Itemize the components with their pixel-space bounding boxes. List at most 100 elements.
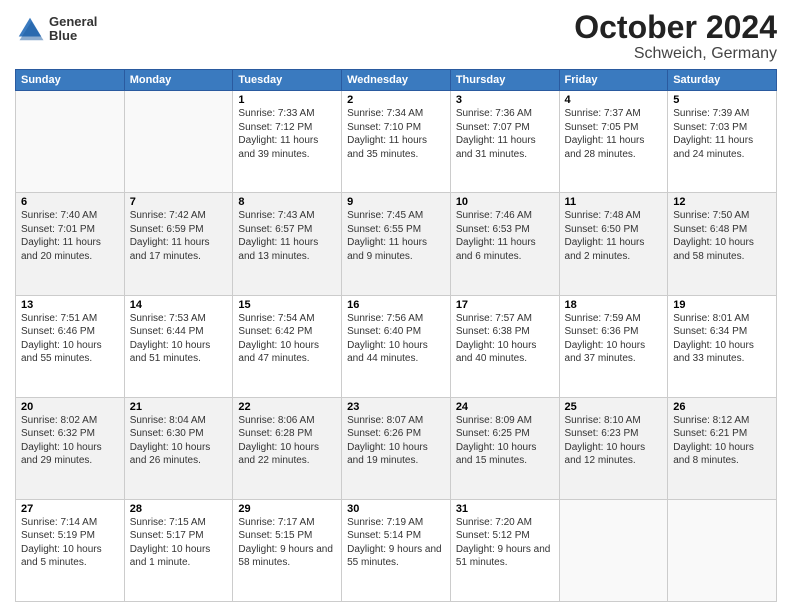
day-info: Sunrise: 7:53 AMSunset: 6:44 PMDaylight:… [130,312,228,366]
calendar-cell: 27Sunrise: 7:14 AMSunset: 5:19 PMDayligh… [16,499,125,601]
day-info: Sunrise: 7:40 AMSunset: 7:01 PMDaylight:… [21,209,119,263]
calendar-cell: 21Sunrise: 8:04 AMSunset: 6:30 PMDayligh… [124,397,233,499]
day-number: 12 [673,196,771,208]
day-header-saturday: Saturday [668,70,777,91]
title-block: October 2024 Schweich, Germany [574,10,777,63]
calendar-cell: 18Sunrise: 7:59 AMSunset: 6:36 PMDayligh… [559,295,668,397]
day-header-tuesday: Tuesday [233,70,342,91]
calendar-week-4: 20Sunrise: 8:02 AMSunset: 6:32 PMDayligh… [16,397,777,499]
day-info: Sunrise: 8:10 AMSunset: 6:23 PMDaylight:… [565,414,663,468]
day-number: 28 [130,503,228,515]
logo: General Blue [15,14,97,44]
calendar-cell: 20Sunrise: 8:02 AMSunset: 6:32 PMDayligh… [16,397,125,499]
day-number: 23 [347,401,445,413]
day-info: Sunrise: 7:43 AMSunset: 6:57 PMDaylight:… [238,209,336,263]
day-number: 4 [565,94,663,106]
calendar-week-1: 1Sunrise: 7:33 AMSunset: 7:12 PMDaylight… [16,91,777,193]
day-info: Sunrise: 7:15 AMSunset: 5:17 PMDaylight:… [130,516,228,570]
header: General Blue October 2024 Schweich, Germ… [15,10,777,63]
day-info: Sunrise: 7:39 AMSunset: 7:03 PMDaylight:… [673,107,771,161]
calendar-cell: 8Sunrise: 7:43 AMSunset: 6:57 PMDaylight… [233,193,342,295]
calendar-header-row: SundayMondayTuesdayWednesdayThursdayFrid… [16,70,777,91]
calendar-cell: 12Sunrise: 7:50 AMSunset: 6:48 PMDayligh… [668,193,777,295]
day-info: Sunrise: 7:17 AMSunset: 5:15 PMDaylight:… [238,516,336,570]
calendar-cell: 31Sunrise: 7:20 AMSunset: 5:12 PMDayligh… [450,499,559,601]
calendar-cell: 24Sunrise: 8:09 AMSunset: 6:25 PMDayligh… [450,397,559,499]
calendar-week-2: 6Sunrise: 7:40 AMSunset: 7:01 PMDaylight… [16,193,777,295]
day-number: 24 [456,401,554,413]
day-number: 3 [456,94,554,106]
day-info: Sunrise: 8:06 AMSunset: 6:28 PMDaylight:… [238,414,336,468]
month-title: October 2024 [574,10,777,45]
day-info: Sunrise: 8:02 AMSunset: 6:32 PMDaylight:… [21,414,119,468]
calendar-cell: 17Sunrise: 7:57 AMSunset: 6:38 PMDayligh… [450,295,559,397]
day-header-monday: Monday [124,70,233,91]
calendar-cell: 30Sunrise: 7:19 AMSunset: 5:14 PMDayligh… [342,499,451,601]
calendar-cell: 15Sunrise: 7:54 AMSunset: 6:42 PMDayligh… [233,295,342,397]
calendar-cell: 29Sunrise: 7:17 AMSunset: 5:15 PMDayligh… [233,499,342,601]
day-number: 15 [238,299,336,311]
day-number: 7 [130,196,228,208]
calendar-cell: 11Sunrise: 7:48 AMSunset: 6:50 PMDayligh… [559,193,668,295]
calendar-cell: 16Sunrise: 7:56 AMSunset: 6:40 PMDayligh… [342,295,451,397]
logo-line1: General [49,15,97,29]
day-info: Sunrise: 7:45 AMSunset: 6:55 PMDaylight:… [347,209,445,263]
day-header-sunday: Sunday [16,70,125,91]
calendar-cell: 19Sunrise: 8:01 AMSunset: 6:34 PMDayligh… [668,295,777,397]
day-info: Sunrise: 7:59 AMSunset: 6:36 PMDaylight:… [565,312,663,366]
day-header-thursday: Thursday [450,70,559,91]
day-number: 1 [238,94,336,106]
calendar-cell: 6Sunrise: 7:40 AMSunset: 7:01 PMDaylight… [16,193,125,295]
day-number: 8 [238,196,336,208]
day-info: Sunrise: 7:56 AMSunset: 6:40 PMDaylight:… [347,312,445,366]
calendar-cell: 2Sunrise: 7:34 AMSunset: 7:10 PMDaylight… [342,91,451,193]
day-number: 2 [347,94,445,106]
logo-line2: Blue [49,29,97,43]
calendar-cell: 14Sunrise: 7:53 AMSunset: 6:44 PMDayligh… [124,295,233,397]
day-info: Sunrise: 7:51 AMSunset: 6:46 PMDaylight:… [21,312,119,366]
day-info: Sunrise: 7:14 AMSunset: 5:19 PMDaylight:… [21,516,119,570]
day-info: Sunrise: 7:54 AMSunset: 6:42 PMDaylight:… [238,312,336,366]
calendar-week-5: 27Sunrise: 7:14 AMSunset: 5:19 PMDayligh… [16,499,777,601]
calendar-cell: 3Sunrise: 7:36 AMSunset: 7:07 PMDaylight… [450,91,559,193]
calendar-cell: 26Sunrise: 8:12 AMSunset: 6:21 PMDayligh… [668,397,777,499]
calendar-cell: 7Sunrise: 7:42 AMSunset: 6:59 PMDaylight… [124,193,233,295]
day-number: 18 [565,299,663,311]
calendar-table: SundayMondayTuesdayWednesdayThursdayFrid… [15,69,777,602]
calendar-week-3: 13Sunrise: 7:51 AMSunset: 6:46 PMDayligh… [16,295,777,397]
day-header-friday: Friday [559,70,668,91]
day-info: Sunrise: 7:42 AMSunset: 6:59 PMDaylight:… [130,209,228,263]
calendar-cell: 25Sunrise: 8:10 AMSunset: 6:23 PMDayligh… [559,397,668,499]
logo-text: General Blue [49,15,97,44]
day-info: Sunrise: 7:34 AMSunset: 7:10 PMDaylight:… [347,107,445,161]
page: General Blue October 2024 Schweich, Germ… [0,0,792,612]
day-number: 5 [673,94,771,106]
calendar-cell [124,91,233,193]
day-number: 9 [347,196,445,208]
day-number: 10 [456,196,554,208]
calendar-cell [559,499,668,601]
calendar-cell: 5Sunrise: 7:39 AMSunset: 7:03 PMDaylight… [668,91,777,193]
day-number: 6 [21,196,119,208]
calendar-cell [16,91,125,193]
day-number: 31 [456,503,554,515]
day-number: 14 [130,299,228,311]
logo-icon [15,14,45,44]
day-number: 16 [347,299,445,311]
day-header-wednesday: Wednesday [342,70,451,91]
day-number: 30 [347,503,445,515]
day-number: 22 [238,401,336,413]
calendar-cell: 9Sunrise: 7:45 AMSunset: 6:55 PMDaylight… [342,193,451,295]
calendar-cell: 1Sunrise: 7:33 AMSunset: 7:12 PMDaylight… [233,91,342,193]
calendar-cell: 22Sunrise: 8:06 AMSunset: 6:28 PMDayligh… [233,397,342,499]
day-info: Sunrise: 7:20 AMSunset: 5:12 PMDaylight:… [456,516,554,570]
day-number: 27 [21,503,119,515]
calendar-cell [668,499,777,601]
day-info: Sunrise: 8:09 AMSunset: 6:25 PMDaylight:… [456,414,554,468]
calendar-cell: 4Sunrise: 7:37 AMSunset: 7:05 PMDaylight… [559,91,668,193]
day-info: Sunrise: 7:19 AMSunset: 5:14 PMDaylight:… [347,516,445,570]
day-info: Sunrise: 8:01 AMSunset: 6:34 PMDaylight:… [673,312,771,366]
calendar-cell: 28Sunrise: 7:15 AMSunset: 5:17 PMDayligh… [124,499,233,601]
day-number: 25 [565,401,663,413]
calendar-cell: 23Sunrise: 8:07 AMSunset: 6:26 PMDayligh… [342,397,451,499]
